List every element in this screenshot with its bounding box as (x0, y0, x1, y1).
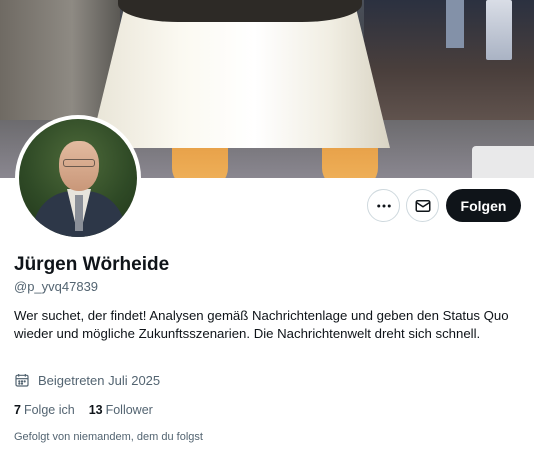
followers-label: Follower (105, 403, 153, 417)
avatar-glasses (63, 159, 95, 167)
banner-figure-leg (172, 148, 228, 178)
followers-count: 13 (88, 403, 103, 417)
joined-label: Beigetreten Juli 2025 (38, 372, 161, 388)
joined-date: Beigetreten Juli 2025 (14, 372, 160, 388)
banner-sign (446, 0, 464, 48)
profile-display-name: Jürgen Wörheide (14, 254, 170, 275)
follow-counts: 7 Folge ich 13 Follower (14, 403, 167, 417)
banner-figure-leg (322, 148, 378, 178)
banner-sign (486, 0, 512, 60)
followers-link[interactable]: 13 Follower (89, 403, 153, 417)
follow-button[interactable]: Folgen (446, 189, 521, 222)
following-link[interactable]: 7 Folge ich (14, 403, 75, 417)
banner-object (472, 146, 534, 178)
mail-icon (415, 199, 430, 212)
following-label: Folge ich (23, 403, 75, 417)
message-button[interactable] (406, 189, 439, 222)
more-horizontal-icon (376, 204, 391, 207)
avatar[interactable] (15, 115, 141, 241)
following-count: 7 (14, 403, 21, 417)
avatar-photo (19, 119, 137, 237)
profile-handle: @p_yvq47839 (14, 279, 99, 294)
more-options-button[interactable] (367, 189, 400, 222)
avatar-tie (75, 195, 83, 231)
banner-figure-top (118, 0, 362, 22)
followed-by-note: Gefolgt von niemandem, dem du folgst (14, 431, 203, 443)
profile-bio: Wer suchet, der findet! Analysen gemäß N… (14, 308, 509, 341)
calendar-icon (15, 374, 29, 387)
banner-figure-skirt (90, 0, 390, 148)
